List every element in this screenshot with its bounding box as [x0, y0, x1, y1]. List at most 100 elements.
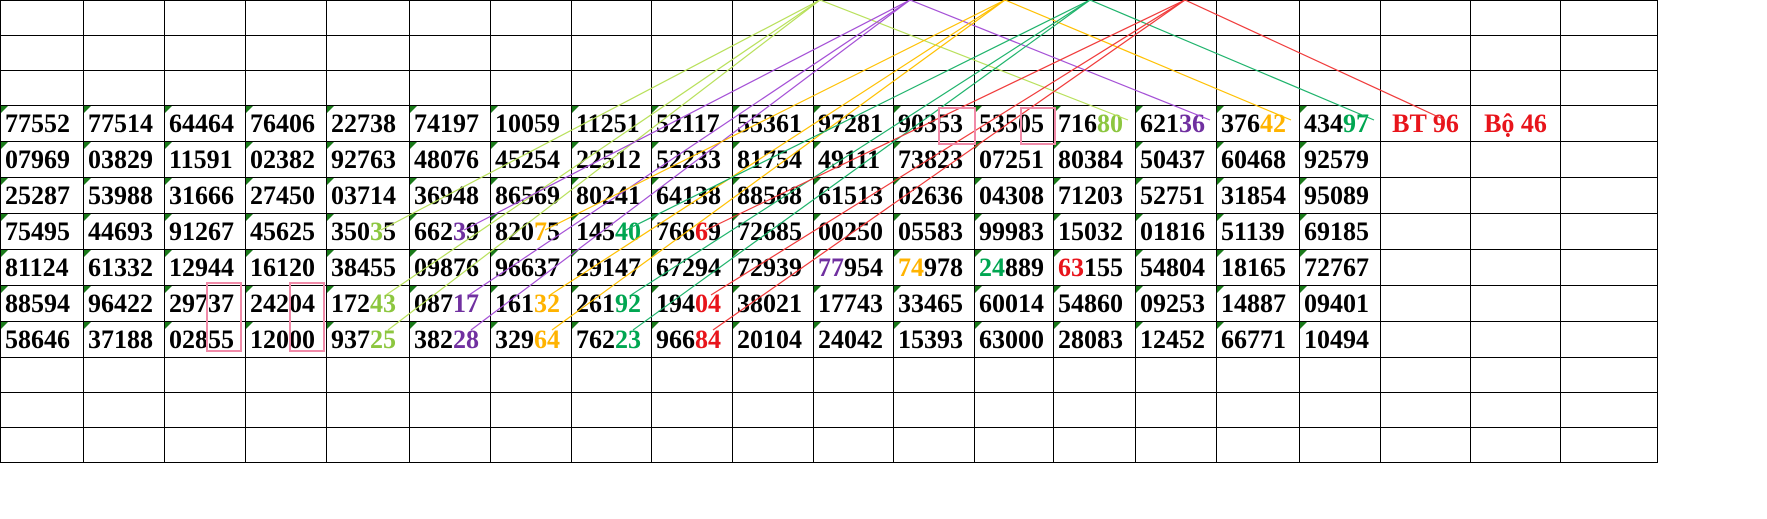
- sheet-cell[interactable]: [326, 392, 410, 428]
- sheet-cell[interactable]: 31666: [164, 177, 246, 214]
- sheet-cell[interactable]: 86569: [490, 177, 572, 214]
- sheet-cell[interactable]: 33465: [893, 285, 975, 322]
- sheet-cell[interactable]: [1560, 392, 1658, 428]
- sheet-cell[interactable]: [326, 357, 410, 393]
- sheet-cell[interactable]: [1380, 177, 1471, 214]
- sheet-cell[interactable]: [1470, 213, 1561, 250]
- sheet-cell[interactable]: 97281: [813, 105, 894, 142]
- sheet-cell[interactable]: 03714: [326, 177, 410, 214]
- sheet-cell[interactable]: [1216, 70, 1300, 106]
- sheet-cell[interactable]: [83, 70, 165, 106]
- sheet-cell[interactable]: 36948: [409, 177, 491, 214]
- sheet-cell[interactable]: 08717: [409, 285, 491, 322]
- sheet-cell[interactable]: [893, 35, 975, 71]
- sheet-cell[interactable]: [1560, 70, 1658, 106]
- sheet-cell[interactable]: 96637: [490, 249, 572, 286]
- sheet-cell[interactable]: [1560, 427, 1658, 463]
- sheet-cell[interactable]: [1299, 70, 1381, 106]
- sheet-cell[interactable]: [83, 0, 165, 36]
- sheet-cell[interactable]: [813, 0, 894, 36]
- sheet-cell[interactable]: 38455: [326, 249, 410, 286]
- sheet-cell[interactable]: [1560, 249, 1658, 286]
- sheet-cell[interactable]: 16120: [245, 249, 327, 286]
- sheet-cell[interactable]: [651, 0, 733, 36]
- sheet-cell[interactable]: [164, 35, 246, 71]
- sheet-cell[interactable]: 80384: [1053, 141, 1136, 178]
- sheet-cell[interactable]: [651, 392, 733, 428]
- sheet-cell[interactable]: 12944: [164, 249, 246, 286]
- sheet-cell[interactable]: 76669: [651, 213, 733, 250]
- sheet-cell[interactable]: 60468: [1216, 141, 1300, 178]
- sheet-cell[interactable]: 77552: [0, 105, 84, 142]
- sheet-cell[interactable]: [1470, 35, 1561, 71]
- sheet-cell[interactable]: [490, 427, 572, 463]
- sheet-cell[interactable]: [83, 427, 165, 463]
- sheet-cell[interactable]: [974, 70, 1054, 106]
- sheet-cell[interactable]: 10059: [490, 105, 572, 142]
- sheet-cell[interactable]: [1560, 357, 1658, 393]
- sheet-cell[interactable]: [83, 357, 165, 393]
- sheet-cell[interactable]: [1380, 0, 1471, 36]
- sheet-cell[interactable]: [409, 70, 491, 106]
- sheet-cell[interactable]: 38228: [409, 321, 491, 358]
- sheet-cell[interactable]: 69185: [1299, 213, 1381, 250]
- sheet-cell[interactable]: 77514: [83, 105, 165, 142]
- sheet-cell[interactable]: [1470, 285, 1561, 322]
- sheet-cell[interactable]: [0, 70, 84, 106]
- sheet-cell[interactable]: [0, 427, 84, 463]
- sheet-cell[interactable]: [893, 70, 975, 106]
- sheet-cell[interactable]: 93725: [326, 321, 410, 358]
- sheet-cell[interactable]: 07969: [0, 141, 84, 178]
- sheet-cell[interactable]: 75495: [0, 213, 84, 250]
- sheet-cell[interactable]: 96684: [651, 321, 733, 358]
- sheet-cell[interactable]: [1216, 427, 1300, 463]
- sheet-cell[interactable]: [490, 70, 572, 106]
- sheet-cell[interactable]: [1135, 35, 1217, 71]
- sheet-cell[interactable]: 62136: [1135, 105, 1217, 142]
- sheet-cell[interactable]: 28083: [1053, 321, 1136, 358]
- sheet-cell[interactable]: [1053, 0, 1136, 36]
- sheet-cell[interactable]: [1135, 357, 1217, 393]
- sheet-cell[interactable]: [974, 0, 1054, 36]
- sheet-cell[interactable]: 88594: [0, 285, 84, 322]
- sheet-cell[interactable]: 19404: [651, 285, 733, 322]
- sheet-cell[interactable]: 50437: [1135, 141, 1217, 178]
- sheet-cell[interactable]: 92579: [1299, 141, 1381, 178]
- sheet-cell[interactable]: 24889: [974, 249, 1054, 286]
- sheet-cell[interactable]: [732, 392, 814, 428]
- sheet-cell[interactable]: [1053, 392, 1136, 428]
- sheet-cell[interactable]: 31854: [1216, 177, 1300, 214]
- sheet-cell[interactable]: 54860: [1053, 285, 1136, 322]
- sheet-cell[interactable]: 53988: [83, 177, 165, 214]
- sheet-cell[interactable]: 22512: [571, 141, 652, 178]
- sheet-cell[interactable]: 63000: [974, 321, 1054, 358]
- sheet-cell[interactable]: [571, 35, 652, 71]
- sheet-cell[interactable]: [0, 35, 84, 71]
- sheet-cell[interactable]: 80241: [571, 177, 652, 214]
- sheet-cell[interactable]: 76406: [245, 105, 327, 142]
- sheet-cell[interactable]: 72685: [732, 213, 814, 250]
- sheet-cell[interactable]: 66239: [409, 213, 491, 250]
- sheet-cell[interactable]: 25287: [0, 177, 84, 214]
- sheet-cell[interactable]: [571, 357, 652, 393]
- sheet-cell[interactable]: [571, 427, 652, 463]
- sheet-cell[interactable]: [1216, 0, 1300, 36]
- sheet-cell[interactable]: [164, 392, 246, 428]
- sheet-cell[interactable]: 14887: [1216, 285, 1300, 322]
- sheet-cell[interactable]: 37188: [83, 321, 165, 358]
- sheet-cell[interactable]: [1380, 35, 1471, 71]
- sheet-cell[interactable]: 52233: [651, 141, 733, 178]
- sheet-cell[interactable]: 61513: [813, 177, 894, 214]
- sheet-cell[interactable]: [1560, 35, 1658, 71]
- sheet-cell[interactable]: [1380, 141, 1471, 178]
- sheet-cell[interactable]: 64464: [164, 105, 246, 142]
- sheet-cell[interactable]: [1053, 357, 1136, 393]
- sheet-cell[interactable]: [245, 427, 327, 463]
- sheet-cell[interactable]: [1560, 0, 1658, 36]
- sheet-cell[interactable]: 52751: [1135, 177, 1217, 214]
- sheet-cell[interactable]: [245, 0, 327, 36]
- sheet-cell[interactable]: 01816: [1135, 213, 1217, 250]
- sheet-cell[interactable]: 82075: [490, 213, 572, 250]
- sheet-cell[interactable]: 61332: [83, 249, 165, 286]
- sheet-cell[interactable]: 63155: [1053, 249, 1136, 286]
